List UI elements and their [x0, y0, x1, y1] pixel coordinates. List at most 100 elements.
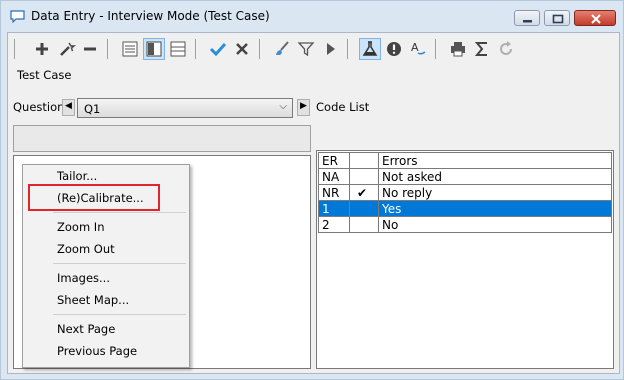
- sum-button[interactable]: [471, 38, 493, 60]
- table-row[interactable]: 2 No: [318, 216, 612, 233]
- restore-button[interactable]: [544, 10, 570, 26]
- toolbar-separator: [435, 39, 436, 59]
- cancel-button[interactable]: [231, 38, 253, 60]
- plus-icon: [36, 43, 48, 55]
- menu-item-next-page[interactable]: Next Page: [23, 319, 187, 339]
- text-cell: Yes: [378, 200, 612, 217]
- window-title: Data Entry - Interview Mode (Test Case): [31, 9, 270, 23]
- run-button[interactable]: [319, 38, 341, 60]
- toolbar-separator: [259, 39, 260, 59]
- x-icon: [236, 43, 248, 55]
- play-icon: [327, 43, 335, 55]
- table-row[interactable]: NA Not asked: [318, 168, 612, 185]
- mark-cell: [349, 168, 379, 185]
- code-list-table: ER Errors NA Not asked NR ✔ No reply 1 Y…: [318, 152, 612, 233]
- question-label: Question: [13, 100, 65, 114]
- brush-icon: [276, 41, 289, 55]
- code-cell: ER: [318, 152, 350, 169]
- speech-bubble-icon: [10, 10, 25, 23]
- test-case-label: Test Case: [17, 68, 72, 82]
- svg-text:A: A: [411, 41, 419, 54]
- arrow-right-icon: ▶: [300, 101, 307, 111]
- mark-cell: [349, 152, 379, 169]
- form-icon: [122, 41, 138, 57]
- remove-button[interactable]: [79, 38, 101, 60]
- minus-icon: [84, 47, 96, 51]
- close-button[interactable]: [574, 10, 616, 26]
- code-list-label: Code List: [316, 100, 370, 114]
- menu-item-images[interactable]: Images...: [23, 268, 187, 288]
- table-row[interactable]: NR ✔ No reply: [318, 184, 612, 201]
- restore-icon: [552, 14, 564, 24]
- menu-item-zoom-out[interactable]: Zoom Out: [23, 239, 187, 259]
- spell-check-icon: A: [411, 41, 426, 55]
- clean-button[interactable]: [271, 38, 293, 60]
- arrow-left-icon: ◀: [65, 101, 72, 111]
- split-view-button[interactable]: [143, 38, 165, 60]
- table-row[interactable]: ER Errors: [318, 152, 612, 169]
- printer-icon: [451, 42, 465, 57]
- wand-icon: [60, 42, 76, 56]
- menu-item-label: Zoom In: [57, 220, 105, 234]
- menu-item-label: Previous Page: [57, 344, 138, 358]
- menu-item-label: Tailor...: [57, 169, 98, 183]
- mark-cell: ✔: [349, 184, 379, 201]
- sigma-icon: [474, 42, 487, 56]
- code-cell: NA: [318, 168, 350, 185]
- check-icon: [209, 42, 227, 57]
- refresh-icon: [500, 41, 512, 55]
- toolbar-separator: [347, 39, 348, 59]
- toolbar-separator: [195, 39, 196, 59]
- code-list-pane: ER Errors NA Not asked NR ✔ No reply 1 Y…: [316, 150, 614, 369]
- highlight-box: [28, 184, 160, 211]
- chevron-down-icon: ⌵: [279, 101, 287, 112]
- filter-button[interactable]: [295, 38, 317, 60]
- split-view-icon: [146, 41, 162, 57]
- list-icon: [170, 41, 186, 57]
- text-cell: No: [378, 216, 612, 233]
- menu-item-zoom-in[interactable]: Zoom In: [23, 217, 187, 237]
- title-bar[interactable]: Data Entry - Interview Mode (Test Case): [1, 1, 623, 31]
- add-button[interactable]: [31, 38, 53, 60]
- menu-item-previous-page[interactable]: Previous Page: [23, 341, 187, 361]
- close-icon: [591, 14, 601, 24]
- text-cell: No reply: [378, 184, 612, 201]
- edit-button[interactable]: [55, 38, 77, 60]
- menu-separator: [53, 212, 186, 213]
- question-select-value: Q1: [84, 102, 101, 116]
- previous-question-button[interactable]: ◀: [62, 99, 75, 116]
- print-button[interactable]: [447, 38, 469, 60]
- mark-cell: [349, 216, 379, 233]
- question-text-box: [13, 125, 311, 152]
- toolbar-separator: [14, 39, 15, 59]
- text-cell: Errors: [378, 152, 612, 169]
- minimize-button[interactable]: [514, 10, 540, 26]
- menu-item-label: Zoom Out: [57, 242, 115, 256]
- code-cell: 1: [318, 200, 350, 217]
- menu-item-label: Sheet Map...: [57, 293, 130, 307]
- refresh-button[interactable]: [495, 38, 517, 60]
- filter-icon: [297, 42, 315, 57]
- menu-separator: [53, 314, 186, 315]
- question-select[interactable]: Q1 ⌵: [77, 98, 293, 118]
- spell-check-button[interactable]: A: [407, 38, 429, 60]
- list-view-button[interactable]: [167, 38, 189, 60]
- errors-button[interactable]: [383, 38, 405, 60]
- form-view-button[interactable]: [119, 38, 141, 60]
- toolbar-separator: [107, 39, 108, 59]
- menu-item-label: Images...: [57, 271, 110, 285]
- test-button[interactable]: [359, 38, 381, 60]
- code-cell: 2: [318, 216, 350, 233]
- next-question-button[interactable]: ▶: [297, 99, 310, 116]
- toolbar: A: [11, 36, 614, 62]
- table-row[interactable]: 1 Yes: [318, 200, 612, 217]
- exclamation-icon: [387, 42, 401, 56]
- menu-item-label: Next Page: [57, 322, 116, 336]
- menu-item-tailor[interactable]: Tailor...: [23, 166, 187, 186]
- menu-item-sheet-map[interactable]: Sheet Map...: [23, 290, 187, 310]
- flask-icon: [362, 41, 378, 56]
- code-cell: NR: [318, 184, 350, 201]
- accept-button[interactable]: [207, 38, 229, 60]
- text-cell: Not asked: [378, 168, 612, 185]
- minimize-icon: [523, 20, 532, 23]
